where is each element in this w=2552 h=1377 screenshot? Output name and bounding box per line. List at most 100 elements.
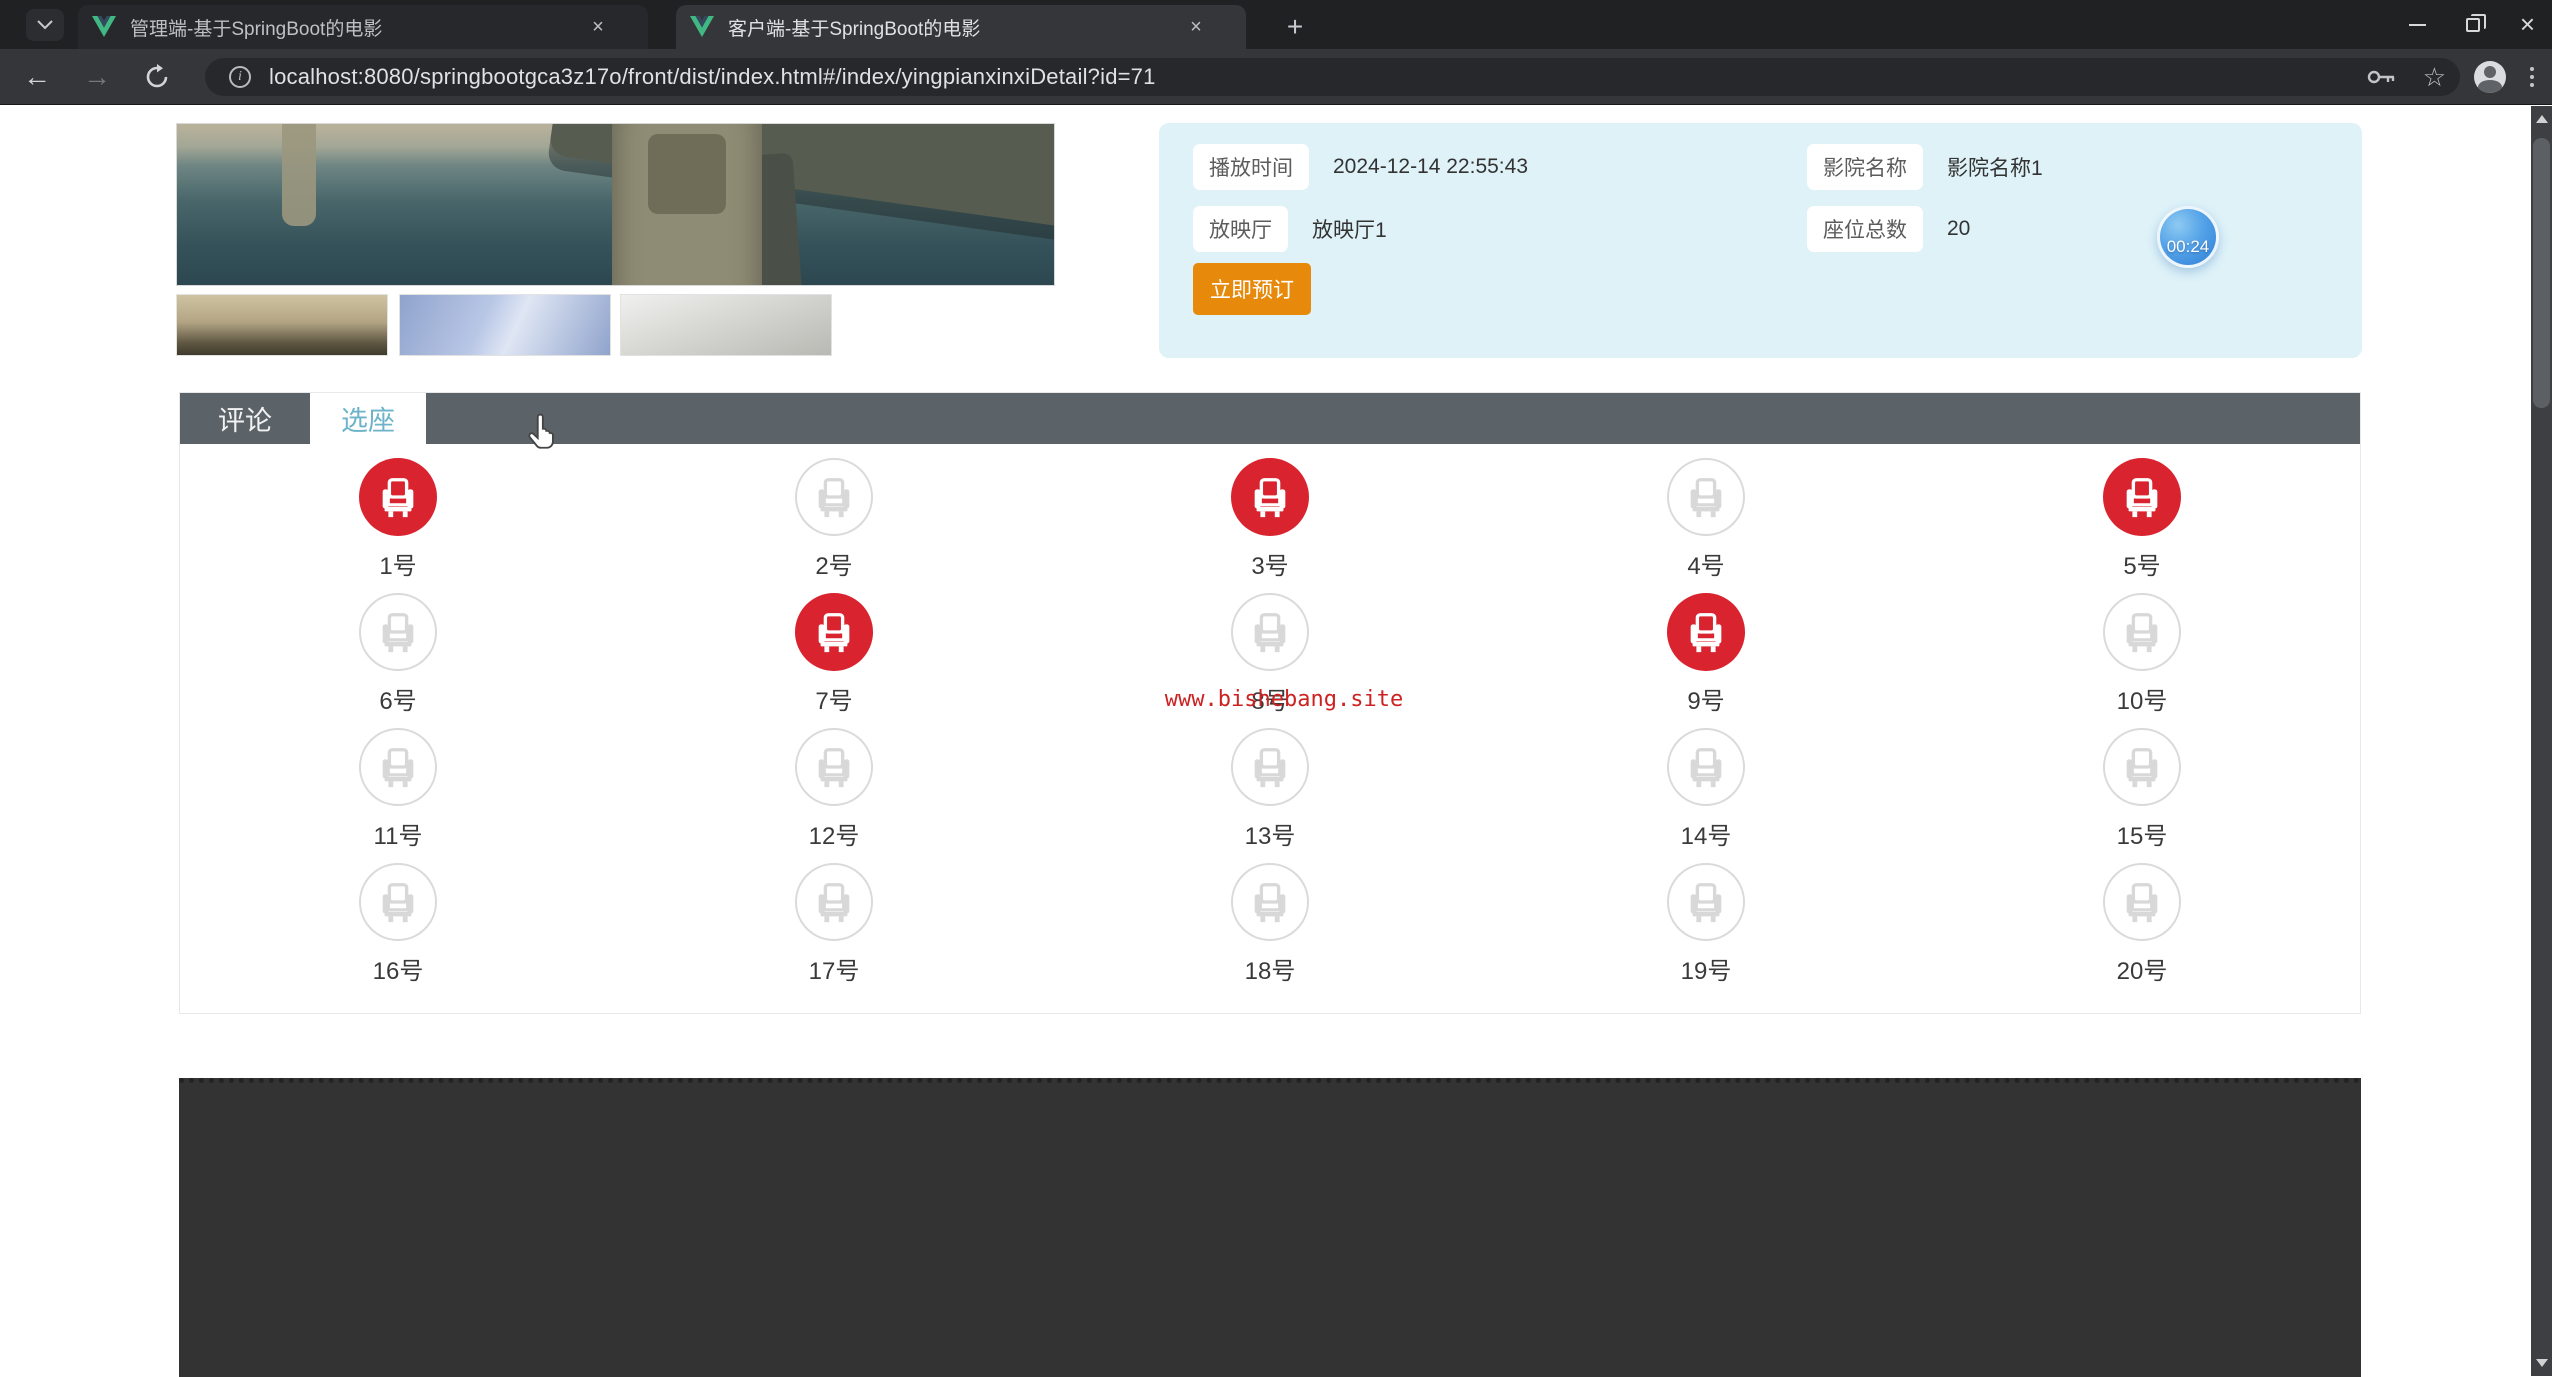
- browser-tab-admin[interactable]: 管理端-基于SpringBoot的电影 ×: [78, 5, 648, 49]
- content-tabbar: 评论 选座: [180, 393, 2360, 444]
- seat-occupied-icon: [1667, 593, 1745, 671]
- timer-value: 00:24: [2167, 237, 2210, 265]
- seat-7号[interactable]: 7号: [616, 593, 1052, 728]
- reload-icon: [144, 64, 170, 90]
- site-info-icon[interactable]: i: [229, 66, 251, 88]
- seat-15号[interactable]: 15号: [1924, 728, 2360, 863]
- seat-16号[interactable]: 16号: [180, 863, 616, 998]
- seat-2号[interactable]: 2号: [616, 458, 1052, 593]
- vertical-scrollbar[interactable]: [2531, 106, 2552, 1376]
- seat-label: 15号: [2117, 816, 2168, 851]
- seat-8号[interactable]: 8号: [1052, 593, 1488, 728]
- seat-available-icon: [2103, 863, 2181, 941]
- back-button[interactable]: ←: [14, 54, 60, 100]
- seat-14号[interactable]: 14号: [1488, 728, 1924, 863]
- seat-available-icon: [1667, 458, 1745, 536]
- seat-11号[interactable]: 11号: [180, 728, 616, 863]
- tab-close-icon[interactable]: ×: [1182, 13, 1210, 41]
- seat-label: 8号: [1251, 681, 1288, 716]
- scroll-up-arrow[interactable]: [2531, 106, 2552, 132]
- armchair-icon: [1683, 474, 1729, 520]
- seat-label: 12号: [809, 816, 860, 851]
- url-text[interactable]: localhost:8080/springbootgca3z17o/front/…: [269, 64, 1156, 90]
- armchair-icon: [1247, 879, 1293, 925]
- seat-5号[interactable]: 5号: [1924, 458, 2360, 593]
- field-screening-hall: 放映厅 放映厅1: [1193, 206, 1387, 252]
- tab-title: 管理端-基于SpringBoot的电影: [130, 14, 570, 41]
- profile-avatar[interactable]: [2474, 61, 2506, 93]
- field-seat-total: 座位总数 20: [1807, 206, 1970, 252]
- seat-available-icon: [1231, 593, 1309, 671]
- seat-label: 4号: [1687, 546, 1724, 581]
- address-bar[interactable]: i localhost:8080/springbootgca3z17o/fron…: [205, 58, 2460, 96]
- field-label: 播放时间: [1193, 144, 1309, 190]
- field-label: 放映厅: [1193, 206, 1288, 252]
- seat-19号[interactable]: 19号: [1488, 863, 1924, 998]
- seat-13号[interactable]: 13号: [1052, 728, 1488, 863]
- seat-grid: 1号 2号 3号 4号 5号 6号7号 8号 9号 10号 11号 12号 13号 14号 15号 16号 1…: [180, 444, 2360, 998]
- page-content: 播放时间 2024-12-14 22:55:43 影院名称 影院名称1 放映厅 …: [0, 106, 2531, 1376]
- seat-18号[interactable]: 18号: [1052, 863, 1488, 998]
- armchair-icon: [375, 609, 421, 655]
- seat-1号[interactable]: 1号: [180, 458, 616, 593]
- movie-thumbnail-1[interactable]: [176, 294, 388, 356]
- armchair-icon: [811, 744, 857, 790]
- tab-close-icon[interactable]: ×: [584, 13, 612, 41]
- seat-6号[interactable]: 6号: [180, 593, 616, 728]
- seat-available-icon: [1667, 863, 1745, 941]
- book-now-button[interactable]: 立即预订: [1193, 263, 1311, 315]
- movie-thumbnail-3[interactable]: [620, 294, 832, 356]
- seat-available-icon: [795, 728, 873, 806]
- browser-tab-client[interactable]: 客户端-基于SpringBoot的电影 ×: [676, 5, 1246, 49]
- forward-button[interactable]: →: [74, 54, 120, 100]
- scroll-down-arrow[interactable]: [2531, 1350, 2552, 1376]
- movie-thumbnail-2[interactable]: [399, 294, 611, 356]
- armchair-icon: [1683, 879, 1729, 925]
- seat-label: 3号: [1251, 546, 1288, 581]
- tab-title: 客户端-基于SpringBoot的电影: [728, 14, 1168, 41]
- window-minimize-button[interactable]: [2390, 0, 2445, 49]
- armchair-icon: [2119, 879, 2165, 925]
- field-value: 放映厅1: [1312, 214, 1387, 244]
- seat-4号[interactable]: 4号: [1488, 458, 1924, 593]
- seat-20号[interactable]: 20号: [1924, 863, 2360, 998]
- page-footer: [179, 1078, 2361, 1377]
- field-label: 影院名称: [1807, 144, 1923, 190]
- seat-17号[interactable]: 17号: [616, 863, 1052, 998]
- seat-3号[interactable]: 3号: [1052, 458, 1488, 593]
- seat-label: 18号: [1245, 951, 1296, 986]
- chevron-down-icon: [37, 20, 53, 30]
- seat-10号[interactable]: 10号: [1924, 593, 2360, 728]
- armchair-icon: [1683, 744, 1729, 790]
- bookmark-star-icon[interactable]: ☆: [2423, 62, 2446, 93]
- seat-9号[interactable]: 9号: [1488, 593, 1924, 728]
- seat-label: 2号: [815, 546, 852, 581]
- armchair-icon: [2119, 609, 2165, 655]
- seat-label: 11号: [374, 816, 423, 851]
- seat-label: 13号: [1245, 816, 1296, 851]
- seat-label: 16号: [373, 951, 424, 986]
- password-key-icon[interactable]: [2367, 68, 2397, 86]
- tab-search-button[interactable]: [26, 9, 64, 41]
- seat-label: 20号: [2117, 951, 2168, 986]
- scrollbar-thumb[interactable]: [2533, 138, 2550, 408]
- seat-available-icon: [1231, 728, 1309, 806]
- seat-available-icon: [2103, 728, 2181, 806]
- window-close-button[interactable]: ×: [2500, 0, 2552, 49]
- window-restore-button[interactable]: [2445, 0, 2500, 49]
- armchair-icon: [811, 879, 857, 925]
- tab-seat-select[interactable]: 选座: [310, 393, 426, 444]
- seat-label: 10号: [2117, 681, 2168, 716]
- reload-button[interactable]: [134, 54, 180, 100]
- tab-comments[interactable]: 评论: [180, 393, 310, 444]
- movie-photo-main[interactable]: [176, 123, 1055, 286]
- seat-occupied-icon: [795, 593, 873, 671]
- seat-available-icon: [795, 458, 873, 536]
- seat-12号[interactable]: 12号: [616, 728, 1052, 863]
- field-value: 2024-12-14 22:55:43: [1333, 155, 1528, 179]
- field-play-time: 播放时间 2024-12-14 22:55:43: [1193, 144, 1528, 190]
- seat-available-icon: [1231, 863, 1309, 941]
- new-tab-button[interactable]: +: [1278, 10, 1312, 44]
- browser-menu-button[interactable]: [2522, 62, 2542, 92]
- field-label: 座位总数: [1807, 206, 1923, 252]
